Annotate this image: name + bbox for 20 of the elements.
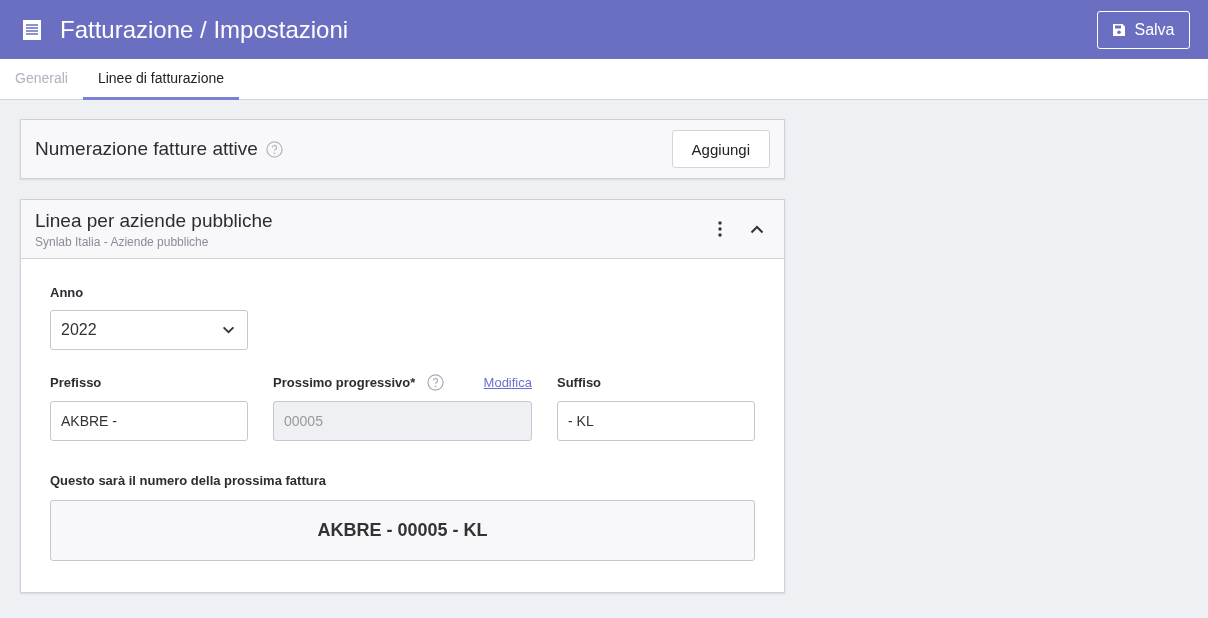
text-field[interactable]: - KL — [557, 401, 755, 441]
add-button[interactable]: Aggiungi — [671, 130, 770, 168]
field-label: Suffiso — [557, 375, 602, 390]
field-label: Prefisso — [50, 375, 102, 390]
invoice-number-preview: AKBRE - 00005 - KL — [50, 500, 755, 561]
document-icon — [22, 18, 42, 41]
save-button[interactable]: Salva — [1097, 10, 1190, 49]
card-subtitle: Synlab Italia - Aziende pubbliche — [35, 234, 210, 249]
card-title: Linea per aziende pubbliche — [35, 209, 274, 232]
field-label: Anno — [50, 285, 85, 300]
card-title: Numerazione fatture attive — [35, 138, 258, 160]
tab[interactable]: Linee di fatturazione — [82, 59, 239, 100]
chevron-down-icon — [222, 326, 235, 334]
page-title: Fatturazione / Impostazioni — [60, 15, 350, 44]
field-label: Prossimo progressivo* — [273, 375, 416, 390]
field-label: Questo sarà il numero della prossima fattura — [50, 473, 327, 488]
text-field[interactable]: AKBRE - — [50, 401, 248, 441]
year-dropdown[interactable]: 2022 — [50, 310, 248, 350]
chevron-up-icon[interactable] — [750, 224, 764, 234]
more-options-icon[interactable] — [718, 221, 722, 237]
